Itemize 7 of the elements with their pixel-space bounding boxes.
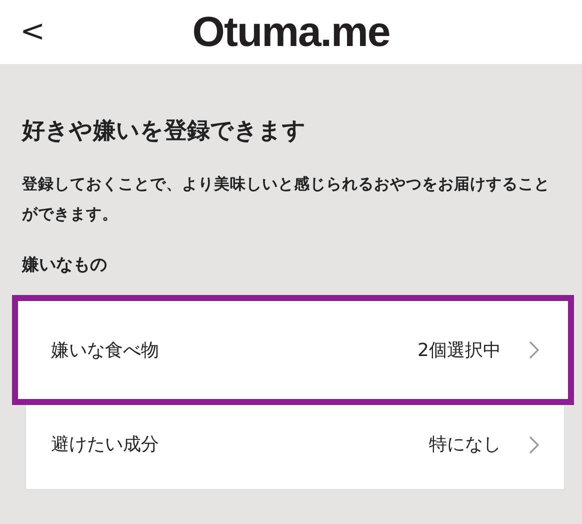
section-heading: 嫌いなもの	[22, 254, 108, 276]
description: 登録しておくことで、より美味しいと感じられるおやつをお届けすることができます。	[22, 174, 551, 224]
chevron-icon	[529, 436, 539, 454]
back-button[interactable]: <	[0, 0, 66, 64]
page-title: 好きや嫌いを登録できます	[22, 117, 307, 146]
chevron-icon	[529, 341, 539, 359]
logo: Otuma.me	[192, 7, 390, 57]
